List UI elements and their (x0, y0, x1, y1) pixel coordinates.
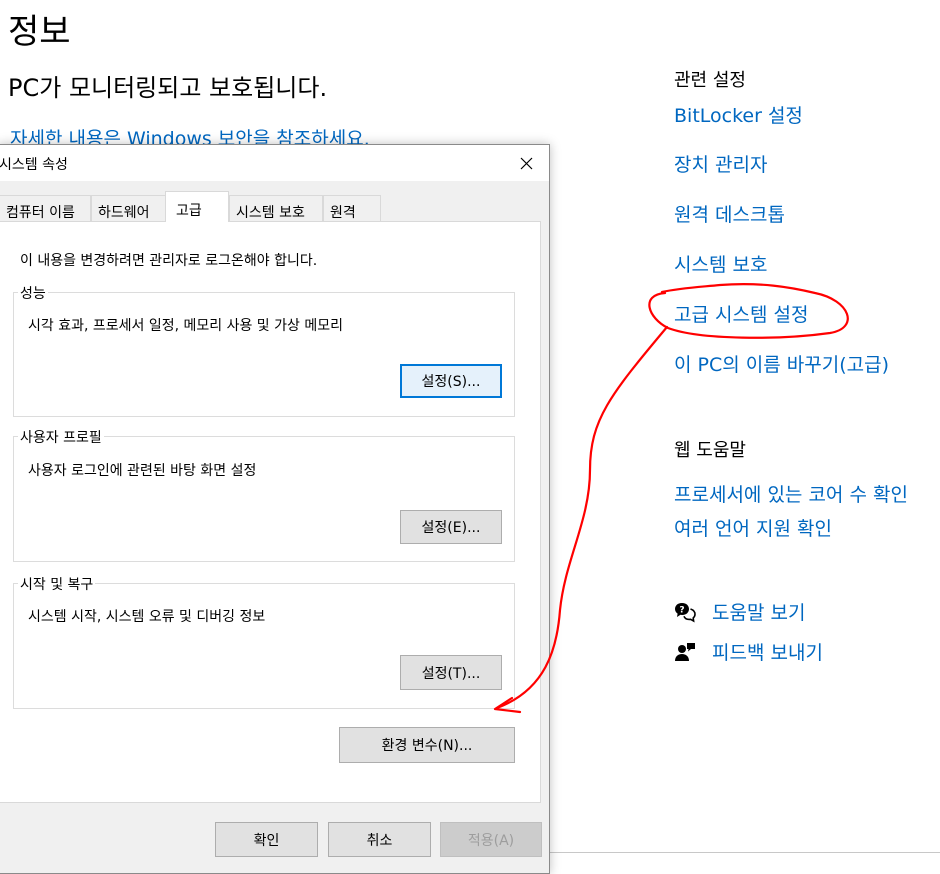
tab-computer-name[interactable]: 컴퓨터 이름 (0, 195, 91, 221)
device-manager-link[interactable]: 장치 관리자 (674, 150, 767, 177)
startup-recovery-settings-button[interactable]: 설정(T)... (400, 655, 502, 690)
close-button[interactable] (509, 148, 543, 178)
tab-remote[interactable]: 원격 (323, 195, 381, 221)
dialog-titlebar[interactable]: 시스템 속성 (0, 145, 549, 181)
web-help-heading: 웹 도움말 (674, 440, 746, 461)
system-protection-link[interactable]: 시스템 보호 (674, 250, 767, 277)
admin-notice: 이 내용을 변경하려면 관리자로 로그온해야 합니다. (20, 253, 318, 269)
get-help-link[interactable]: ? 도움말 보기 (674, 598, 805, 625)
related-settings-heading: 관련 설정 (674, 70, 746, 91)
help-chat-icon: ? (675, 602, 696, 622)
feedback-person-icon (675, 642, 695, 661)
startup-recovery-description: 시스템 시작, 시스템 오류 및 디버깅 정보 (28, 609, 266, 625)
startup-recovery-label: 시작 및 복구 (18, 574, 96, 594)
advanced-system-settings-link[interactable]: 고급 시스템 설정 (674, 300, 808, 327)
remote-desktop-link[interactable]: 원격 데스크톱 (674, 200, 785, 227)
give-feedback-label: 피드백 보내기 (712, 642, 823, 664)
performance-group: 성능 시각 효과, 프로세서 일정, 메모리 사용 및 가상 메모리 설정(S)… (13, 283, 515, 417)
security-status-text: PC가 모니터링되고 보호됩니다. (8, 74, 328, 102)
apply-button[interactable]: 적용(A) (440, 822, 542, 857)
processor-cores-link[interactable]: 프로세서에 있는 코어 수 확인 (674, 480, 908, 507)
environment-variables-button[interactable]: 환경 변수(N)... (339, 727, 515, 763)
system-properties-dialog: 시스템 속성 컴퓨터 이름 하드웨어 고급 시스템 보호 원격 이 내용을 변경… (0, 144, 550, 874)
tab-system-protection[interactable]: 시스템 보호 (229, 195, 323, 221)
dialog-title: 시스템 속성 (0, 157, 68, 173)
tab-strip: 컴퓨터 이름 하드웨어 고급 시스템 보호 원격 (0, 191, 549, 222)
rename-pc-advanced-link[interactable]: 이 PC의 이름 바꾸기(고급) (674, 350, 889, 377)
svg-text:?: ? (679, 605, 684, 615)
language-support-link[interactable]: 여러 언어 지원 확인 (674, 514, 832, 541)
tab-advanced[interactable]: 고급 (165, 191, 229, 222)
advanced-tab-panel: 이 내용을 변경하려면 관리자로 로그온해야 합니다. 성능 시각 효과, 프로… (0, 221, 541, 803)
user-profiles-description: 사용자 로그인에 관련된 바탕 화면 설정 (28, 463, 257, 479)
user-profiles-group: 사용자 프로필 사용자 로그인에 관련된 바탕 화면 설정 설정(E)... (13, 427, 515, 562)
get-help-label: 도움말 보기 (712, 602, 806, 624)
ok-button[interactable]: 확인 (215, 822, 318, 857)
user-profiles-label: 사용자 프로필 (18, 427, 104, 447)
bitlocker-settings-link[interactable]: BitLocker 설정 (674, 101, 803, 128)
cancel-button[interactable]: 취소 (328, 822, 431, 857)
performance-description: 시각 효과, 프로세서 일정, 메모리 사용 및 가상 메모리 (28, 318, 343, 334)
page-divider (550, 852, 940, 853)
tab-hardware[interactable]: 하드웨어 (91, 195, 167, 221)
close-icon (520, 157, 532, 169)
performance-settings-button[interactable]: 설정(S)... (400, 364, 502, 398)
performance-label: 성능 (18, 283, 48, 303)
user-profiles-settings-button[interactable]: 설정(E)... (400, 510, 502, 544)
startup-recovery-group: 시작 및 복구 시스템 시작, 시스템 오류 및 디버깅 정보 설정(T)... (13, 574, 515, 709)
page-title: 정보 (8, 12, 71, 52)
give-feedback-link[interactable]: 피드백 보내기 (674, 638, 823, 665)
